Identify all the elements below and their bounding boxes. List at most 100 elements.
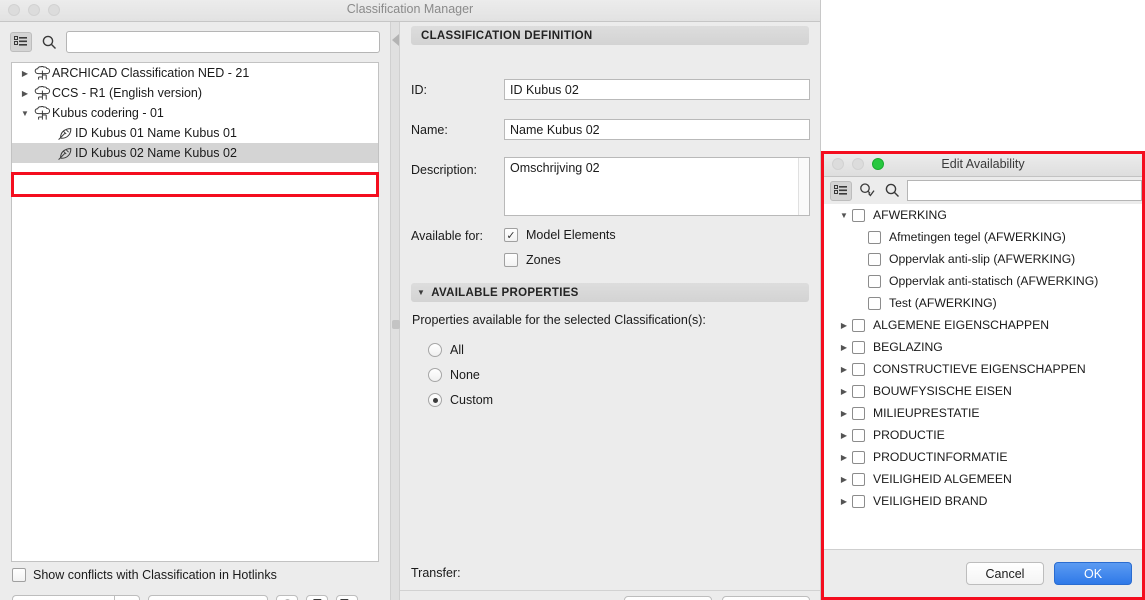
availability-checkbox[interactable] — [852, 318, 865, 332]
availability-row-label: Afmetingen tegel (AFWERKING) — [889, 230, 1066, 244]
available-for-zones-checkbox[interactable]: Zones — [504, 253, 561, 267]
availability-tree-row[interactable]: ▶ MILIEUPRESTATIE — [824, 402, 1142, 424]
availability-tree[interactable]: ▼ AFWERKING Afmetingen tegel (AFWERKING) Op… — [824, 204, 1142, 549]
availability-checkbox[interactable] — [852, 406, 865, 420]
chevron-down-icon[interactable]: ▼ — [18, 109, 32, 118]
classification-tree[interactable]: ▶ ARCHICAD Classification NED - 21 ▶ CCS - … — [11, 62, 379, 562]
tree-row[interactable]: ID Kubus 02 Name Kubus 02 — [12, 143, 378, 163]
availability-checkbox[interactable] — [868, 296, 881, 310]
search-icon[interactable] — [882, 181, 902, 201]
name-field[interactable] — [504, 119, 810, 140]
available-properties-caption: Properties available for the selected Cl… — [412, 313, 706, 327]
availability-tree-row[interactable]: ▶ PRODUCTINFORMATIE — [824, 446, 1142, 468]
availability-checkbox[interactable] — [868, 252, 881, 266]
edit-availability-highlight-annotation: Edit Availability ▼ AFWERKING Afmetingen… — [821, 151, 1145, 600]
checkbox-box: ✓ — [504, 228, 518, 242]
availability-tree-row[interactable]: Oppervlak anti-statisch (AFWERKING) — [824, 270, 1142, 292]
tree-row-label: ARCHICAD Classification NED - 21 — [52, 66, 250, 80]
delete-button[interactable]: Delete — [148, 595, 268, 600]
splitter-grip[interactable] — [392, 320, 400, 329]
tree-row[interactable]: ▼ Kubus codering - 01 — [12, 103, 378, 123]
id-label: ID: — [411, 83, 427, 97]
availability-checkbox[interactable] — [868, 230, 881, 244]
tree-action-buttons: New... Delete — [12, 595, 358, 600]
radio-all[interactable]: All — [428, 343, 464, 357]
chevron-right-icon[interactable]: ▶ — [18, 69, 32, 78]
availability-row-label: VEILIGHEID ALGEMEEN — [873, 472, 1012, 486]
classification-item-icon — [55, 126, 75, 141]
ok-button[interactable]: OK — [722, 596, 810, 600]
availability-tree-row[interactable]: ▶ VEILIGHEID ALGEMEEN — [824, 468, 1142, 490]
availability-tree-row[interactable]: ▶ ALGEMENE EIGENSCHAPPEN — [824, 314, 1142, 336]
availability-tree-row[interactable]: ▶ PRODUCTIE — [824, 424, 1142, 446]
classification-manager-window: Classification Manager ▶ ARCHICAD Classi… — [0, 0, 1145, 600]
chevron-right-icon[interactable]: ▶ — [836, 475, 852, 484]
availability-checkbox[interactable] — [852, 384, 865, 398]
chevron-right-icon[interactable]: ▶ — [836, 387, 852, 396]
available-for-model-elements-checkbox[interactable]: ✓ Model Elements — [504, 228, 616, 242]
availability-tree-row[interactable]: Oppervlak anti-slip (AFWERKING) — [824, 248, 1142, 270]
list-view-icon[interactable] — [830, 180, 852, 201]
availability-tree-row[interactable]: ▶ BEGLAZING — [824, 336, 1142, 358]
description-field[interactable]: Omschrijving 02 — [504, 157, 810, 216]
availability-tree-row[interactable]: Afmetingen tegel (AFWERKING) — [824, 226, 1142, 248]
info-icon[interactable] — [276, 595, 298, 600]
edit-dialog-search-input[interactable] — [907, 180, 1142, 201]
show-conflicts-label: Show conflicts with Classification in Ho… — [33, 568, 277, 582]
description-scrollbar[interactable] — [798, 158, 809, 215]
collapse-pane-icon[interactable] — [392, 34, 399, 46]
chevron-right-icon[interactable]: ▶ — [836, 321, 852, 330]
chevron-right-icon[interactable]: ▶ — [836, 365, 852, 374]
dialog-footer: Cancel OK — [624, 596, 810, 600]
availability-checkbox[interactable] — [852, 450, 865, 464]
export-icon[interactable] — [336, 595, 358, 600]
available-for-label: Available for: — [411, 229, 484, 243]
radio-none[interactable]: None — [428, 368, 480, 382]
availability-row-label: MILIEUPRESTATIE — [873, 406, 980, 420]
cancel-button[interactable]: Cancel — [624, 596, 712, 600]
chevron-down-icon[interactable]: ▼ — [836, 211, 852, 220]
cancel-button[interactable]: Cancel — [966, 562, 1044, 585]
description-label: Description: — [411, 163, 477, 177]
id-field[interactable] — [504, 79, 810, 100]
radio-all-label: All — [450, 343, 464, 357]
tree-row[interactable]: ▶ CCS - R1 (English version) — [12, 83, 378, 103]
availability-checkbox[interactable] — [852, 472, 865, 486]
availability-checkbox[interactable] — [868, 274, 881, 288]
tree-search-input[interactable] — [66, 31, 380, 53]
availability-checkbox[interactable] — [852, 428, 865, 442]
chevron-right-icon[interactable]: ▶ — [836, 453, 852, 462]
availability-tree-row[interactable]: ▶ BOUWFYSISCHE EISEN — [824, 380, 1142, 402]
import-icon[interactable] — [306, 595, 328, 600]
chevron-right-icon[interactable]: ▶ — [18, 89, 32, 98]
availability-tree-row[interactable]: ▼ AFWERKING — [824, 204, 1142, 226]
chevron-right-icon[interactable]: ▶ — [836, 497, 852, 506]
list-view-icon[interactable] — [10, 32, 32, 52]
chevron-right-icon[interactable]: ▶ — [836, 343, 852, 352]
availability-tree-row[interactable]: Test (AFWERKING) — [824, 292, 1142, 314]
tree-row[interactable]: ID Kubus 01 Name Kubus 01 — [12, 123, 378, 143]
radio-custom[interactable]: Custom — [428, 393, 493, 407]
availability-checkbox[interactable] — [852, 494, 865, 508]
availability-row-label: Oppervlak anti-slip (AFWERKING) — [889, 252, 1076, 266]
availability-tree-row[interactable]: ▶ VEILIGHEID BRAND — [824, 490, 1142, 512]
search-checked-icon[interactable] — [857, 181, 877, 201]
tree-row[interactable]: ▶ ARCHICAD Classification NED - 21 — [12, 63, 378, 83]
pane-splitter[interactable] — [390, 22, 400, 600]
availability-row-label: AFWERKING — [873, 208, 947, 222]
tree-row-label: CCS - R1 (English version) — [52, 86, 203, 100]
availability-tree-row[interactable]: ▶ CONSTRUCTIEVE EIGENSCHAPPEN — [824, 358, 1142, 380]
search-icon[interactable] — [39, 32, 59, 52]
ok-button[interactable]: OK — [1054, 562, 1132, 585]
availability-checkbox[interactable] — [852, 362, 865, 376]
show-conflicts-checkbox[interactable]: Show conflicts with Classification in Ho… — [12, 568, 277, 582]
new-button-group[interactable]: New... — [12, 595, 140, 600]
availability-checkbox[interactable] — [852, 208, 865, 222]
chevron-down-icon[interactable] — [114, 595, 140, 600]
new-button[interactable]: New... — [12, 595, 114, 600]
classification-system-icon — [32, 65, 52, 81]
chevron-right-icon[interactable]: ▶ — [836, 409, 852, 418]
availability-checkbox[interactable] — [852, 340, 865, 354]
available-properties-header[interactable]: ▼ AVAILABLE PROPERTIES — [411, 283, 809, 302]
chevron-right-icon[interactable]: ▶ — [836, 431, 852, 440]
